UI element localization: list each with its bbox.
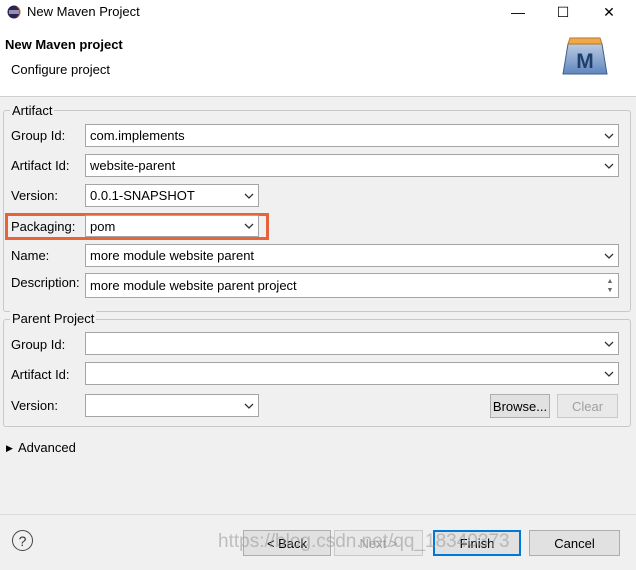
name-value: more module website parent xyxy=(90,248,255,263)
artifact-legend: Artifact xyxy=(10,103,55,118)
title-bar: New Maven Project — ☐ ✕ xyxy=(0,0,636,24)
chevron-down-icon[interactable] xyxy=(240,223,258,229)
watermark: https://blog.csdn.net/qq_18340373 xyxy=(218,531,510,552)
wizard-subtitle: Configure project xyxy=(11,62,110,77)
parent-group-id-combo[interactable] xyxy=(85,332,619,355)
packaging-label: Packaging: xyxy=(11,219,76,234)
name-label: Name: xyxy=(11,248,50,263)
chevron-down-icon[interactable] xyxy=(600,133,618,139)
chevron-down-icon[interactable] xyxy=(240,193,258,199)
cancel-button[interactable]: Cancel xyxy=(529,530,620,556)
wizard-header: New Maven project Configure project M xyxy=(0,24,636,97)
wizard-title: New Maven project xyxy=(5,37,123,52)
packaging-value: pom xyxy=(90,218,116,234)
help-icon[interactable]: ? xyxy=(12,530,33,551)
group-id-label: Group Id: xyxy=(11,128,66,143)
description-scrollbar[interactable]: ▲ ▼ xyxy=(602,275,618,296)
description-textarea[interactable]: more module website parent project ▲ ▼ xyxy=(85,273,619,298)
window-title: New Maven Project xyxy=(27,4,140,19)
version-combo[interactable]: 0.0.1-SNAPSHOT xyxy=(85,184,259,207)
description-label: Description: xyxy=(11,275,80,290)
description-value: more module website parent project xyxy=(90,278,297,293)
artifact-id-combo[interactable]: website-parent xyxy=(85,154,619,177)
clear-button[interactable]: Clear xyxy=(557,394,618,418)
parent-version-combo[interactable] xyxy=(85,394,259,417)
parent-artifact-id-label: Artifact Id: xyxy=(11,367,70,382)
maven-logo-letter: M xyxy=(576,50,594,73)
artifact-id-value: website-parent xyxy=(90,158,176,173)
advanced-toggle[interactable]: Advanced xyxy=(18,440,76,455)
maximize-button[interactable]: ☐ xyxy=(541,0,585,24)
maven-logo-icon: M xyxy=(562,37,608,75)
group-id-combo[interactable]: com.implements xyxy=(85,124,619,147)
chevron-down-icon[interactable] xyxy=(600,371,618,377)
browse-button[interactable]: Browse... xyxy=(490,394,550,418)
parent-group-id-label: Group Id: xyxy=(11,337,66,352)
eclipse-icon xyxy=(7,5,21,19)
artifact-id-label: Artifact Id: xyxy=(11,158,70,173)
name-combo[interactable]: more module website parent xyxy=(85,244,619,267)
parent-artifact-id-combo[interactable] xyxy=(85,362,619,385)
close-button[interactable]: ✕ xyxy=(587,0,631,24)
parent-version-label: Version: xyxy=(11,398,58,413)
chevron-down-icon[interactable] xyxy=(600,163,618,169)
expand-arrow-icon[interactable]: ▶ xyxy=(6,443,13,454)
chevron-down-icon[interactable] xyxy=(600,253,618,259)
version-label: Version: xyxy=(11,188,58,203)
group-id-value: com.implements xyxy=(90,128,185,143)
parent-project-legend: Parent Project xyxy=(10,311,97,326)
chevron-down-icon[interactable] xyxy=(600,341,618,347)
version-value: 0.0.1-SNAPSHOT xyxy=(90,188,195,203)
chevron-down-icon[interactable] xyxy=(240,403,258,409)
minimize-button[interactable]: — xyxy=(496,0,540,24)
footer-divider xyxy=(0,514,636,515)
packaging-combo[interactable]: pom xyxy=(85,215,259,237)
